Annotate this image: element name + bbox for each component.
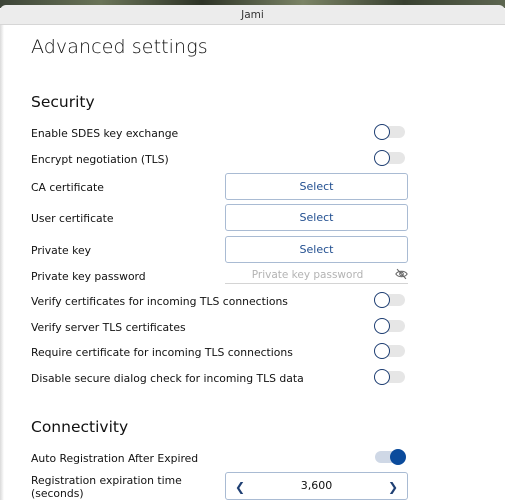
verify-server-label: Verify server TLS certificates xyxy=(31,321,186,334)
window-title: Jami xyxy=(241,8,264,21)
toggle-knob xyxy=(374,343,390,359)
auto-registration-toggle[interactable] xyxy=(375,449,406,465)
private-key-label: Private key xyxy=(31,244,91,257)
disable-secure-dialog-toggle[interactable] xyxy=(374,369,405,385)
private-key-select-button[interactable]: Select xyxy=(225,236,408,263)
enable-sdes-toggle[interactable] xyxy=(374,124,405,140)
security-section-title: Security xyxy=(31,93,95,111)
eye-slash-icon[interactable] xyxy=(395,268,408,280)
chevron-right-icon[interactable]: ❯ xyxy=(385,479,401,495)
connectivity-section-title: Connectivity xyxy=(31,418,129,436)
registration-expiration-label: Registration expiration time (seconds) xyxy=(31,474,182,500)
toggle-knob xyxy=(374,124,390,140)
require-certificate-label: Require certificate for incoming TLS con… xyxy=(31,346,293,359)
ca-certificate-label: CA certificate xyxy=(31,181,104,194)
registration-expiration-label-line2: (seconds) xyxy=(31,487,84,500)
toggle-knob xyxy=(374,318,390,334)
chevron-left-icon[interactable]: ❮ xyxy=(232,479,248,495)
ca-certificate-select-button[interactable]: Select xyxy=(225,173,408,200)
toggle-knob xyxy=(374,369,390,385)
verify-incoming-toggle[interactable] xyxy=(374,292,405,308)
registration-expiration-value[interactable]: 3,600 xyxy=(256,479,377,492)
auto-registration-label: Auto Registration After Expired xyxy=(31,452,199,465)
toggle-knob xyxy=(390,449,406,465)
encrypt-negotiation-label: Encrypt negotiation (TLS) xyxy=(31,153,169,166)
verify-server-toggle[interactable] xyxy=(374,318,405,334)
toggle-knob xyxy=(374,292,390,308)
encrypt-negotiation-toggle[interactable] xyxy=(374,150,405,166)
private-key-password-input[interactable] xyxy=(225,266,390,283)
page-title: Advanced settings xyxy=(31,36,208,58)
user-certificate-label: User certificate xyxy=(31,212,114,225)
verify-incoming-label: Verify certificates for incoming TLS con… xyxy=(31,295,288,308)
enable-sdes-label: Enable SDES key exchange xyxy=(31,127,179,140)
require-certificate-toggle[interactable] xyxy=(374,343,405,359)
registration-expiration-label-line1: Registration expiration time xyxy=(31,474,182,487)
sidebar-edge xyxy=(0,25,4,500)
private-key-password-field xyxy=(225,266,408,284)
user-certificate-select-button[interactable]: Select xyxy=(225,204,408,231)
private-key-password-label: Private key password xyxy=(31,270,146,283)
registration-expiration-spinbox: ❮ 3,600 ❯ xyxy=(225,472,408,500)
disable-secure-dialog-label: Disable secure dialog check for incoming… xyxy=(31,372,304,385)
toggle-knob xyxy=(374,150,390,166)
window-titlebar: Jami xyxy=(0,5,505,25)
